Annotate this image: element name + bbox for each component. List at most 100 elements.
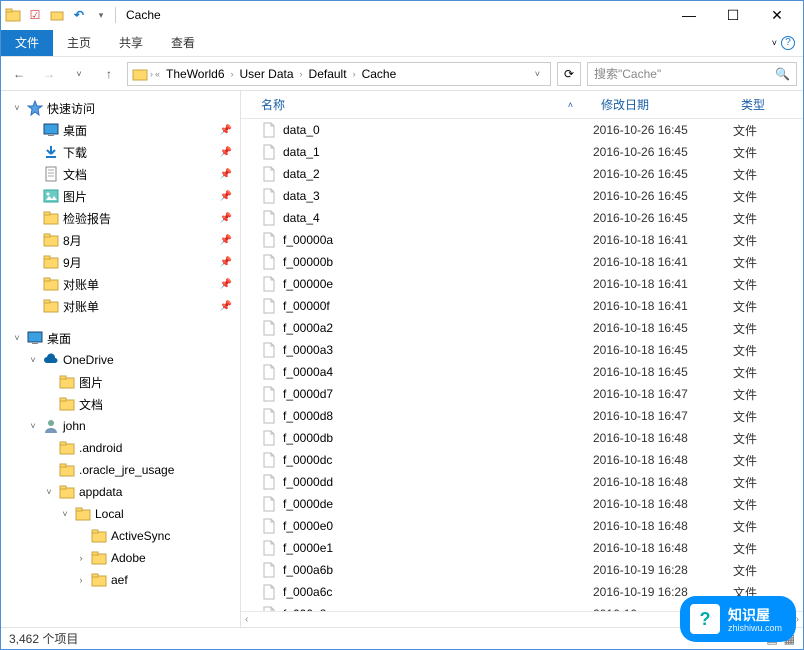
tree-item[interactable]: ActiveSync (1, 525, 240, 547)
tree-item[interactable]: 文档📌 (1, 163, 240, 185)
tab-share[interactable]: 共享 (105, 30, 157, 56)
up-button[interactable]: ↑ (97, 62, 121, 86)
properties-icon[interactable]: ☑ (27, 7, 43, 23)
crumb[interactable]: User Data (236, 67, 298, 81)
minimize-button[interactable]: — (667, 1, 711, 29)
breadcrumb[interactable]: › « TheWorld6› User Data› Default› Cache… (127, 62, 551, 86)
forward-button[interactable]: → (37, 62, 61, 86)
tree-item[interactable]: 图片 (1, 371, 240, 393)
doc-icon (43, 166, 59, 182)
tree-item[interactable]: ›aef (1, 569, 240, 591)
tree-item-label: john (63, 419, 232, 433)
tree-item[interactable]: ˅Local (1, 503, 240, 525)
file-row[interactable]: f_0000de2016-10-18 16:48文件 (241, 493, 803, 515)
tab-view[interactable]: 查看 (157, 30, 209, 56)
tree-chevron-icon[interactable]: ˅ (27, 421, 39, 431)
file-row[interactable]: data_32016-10-26 16:45文件 (241, 185, 803, 207)
file-row[interactable]: f_00000f2016-10-18 16:41文件 (241, 295, 803, 317)
crumb[interactable]: Cache (358, 67, 401, 81)
address-dropdown-icon[interactable]: ˅ (529, 69, 546, 79)
maximize-button[interactable]: ☐ (711, 1, 755, 29)
file-icon (261, 122, 277, 138)
tree-item[interactable]: 桌面📌 (1, 119, 240, 141)
folder-icon (5, 7, 21, 23)
tree-chevron-icon[interactable]: ˅ (11, 333, 23, 343)
file-row[interactable]: f_0000e12016-10-18 16:48文件 (241, 537, 803, 559)
file-row[interactable]: f_0000d72016-10-18 16:47文件 (241, 383, 803, 405)
tree-item[interactable]: ˅OneDrive (1, 349, 240, 371)
crumb[interactable]: TheWorld6 (162, 67, 228, 81)
file-row[interactable]: data_42016-10-26 16:45文件 (241, 207, 803, 229)
file-date: 2016-10-18 16:48 (593, 475, 733, 489)
recent-button[interactable]: ˅ (67, 62, 91, 86)
tree-item-label: .android (79, 441, 232, 455)
file-row[interactable]: f_0000dd2016-10-18 16:48文件 (241, 471, 803, 493)
file-row[interactable]: f_0000a22016-10-18 16:45文件 (241, 317, 803, 339)
ribbon-help[interactable]: ˅? (764, 36, 803, 50)
tree-item-label: 检验报告 (63, 210, 216, 227)
tree-item[interactable]: 9月📌 (1, 251, 240, 273)
tree-chevron-icon[interactable]: ˅ (11, 103, 23, 113)
folder-icon (43, 210, 59, 226)
tree-item[interactable]: 图片📌 (1, 185, 240, 207)
file-tab[interactable]: 文件 (1, 30, 53, 56)
chevron-overflow-icon[interactable]: « (155, 69, 160, 79)
tree-chevron-icon[interactable]: ˅ (43, 487, 55, 497)
file-icon (261, 364, 277, 380)
file-row[interactable]: f_0000d82016-10-18 16:47文件 (241, 405, 803, 427)
file-date: 2016-10-18 16:48 (593, 541, 733, 555)
chevron-right-icon[interactable]: › (150, 69, 153, 79)
tree-chevron-icon[interactable]: ˅ (27, 355, 39, 365)
tree-item[interactable]: ›Adobe (1, 547, 240, 569)
file-row[interactable]: f_00000e2016-10-18 16:41文件 (241, 273, 803, 295)
file-row[interactable]: f_00000a2016-10-18 16:41文件 (241, 229, 803, 251)
file-name: f_0000e0 (283, 519, 593, 533)
file-row[interactable]: f_0000e02016-10-18 16:48文件 (241, 515, 803, 537)
tree-item[interactable]: 检验报告📌 (1, 207, 240, 229)
tree-item[interactable]: ˅appdata (1, 481, 240, 503)
tree-item-label: 快速访问 (47, 100, 232, 117)
tree-item-label: ActiveSync (111, 529, 232, 543)
tree-item[interactable]: ˅ 快速访问 (1, 97, 240, 119)
sort-arrow-icon: ˄ (568, 100, 573, 110)
tree-item[interactable]: 对账单📌 (1, 273, 240, 295)
tree-item[interactable]: ˅桌面 (1, 327, 240, 349)
back-button[interactable]: ← (7, 62, 31, 86)
undo-icon[interactable]: ↶ (71, 7, 87, 23)
file-row[interactable]: data_22016-10-26 16:45文件 (241, 163, 803, 185)
tree-item[interactable]: 文档 (1, 393, 240, 415)
file-list[interactable]: data_02016-10-26 16:45文件data_12016-10-26… (241, 119, 803, 611)
tree-item[interactable]: 对账单📌 (1, 295, 240, 317)
close-button[interactable]: ✕ (755, 1, 799, 29)
pin-icon: 📌 (220, 257, 232, 268)
file-row[interactable]: f_0000dc2016-10-18 16:48文件 (241, 449, 803, 471)
tab-home[interactable]: 主页 (53, 30, 105, 56)
tree-chevron-icon[interactable]: › (75, 553, 87, 563)
folder-icon (132, 66, 148, 82)
navigation-pane[interactable]: ˅快速访问桌面📌下载📌文档📌图片📌检验报告📌8月📌9月📌对账单📌对账单📌˅桌面˅… (1, 91, 241, 627)
file-row[interactable]: data_02016-10-26 16:45文件 (241, 119, 803, 141)
column-type[interactable]: 类型 (733, 96, 803, 113)
file-row[interactable]: f_00000b2016-10-18 16:41文件 (241, 251, 803, 273)
file-row[interactable]: f_0000db2016-10-18 16:48文件 (241, 427, 803, 449)
watermark-title: 知识屋 (728, 605, 782, 625)
tree-item[interactable]: 8月📌 (1, 229, 240, 251)
column-date[interactable]: 修改日期 (593, 96, 733, 113)
search-icon[interactable]: 🔍 (775, 67, 790, 81)
crumb[interactable]: Default (305, 67, 351, 81)
tree-item[interactable]: 下载📌 (1, 141, 240, 163)
tree-item[interactable]: .android (1, 437, 240, 459)
file-row[interactable]: f_0000a32016-10-18 16:45文件 (241, 339, 803, 361)
tree-item[interactable]: ˅ john (1, 415, 240, 437)
qat-dropdown-icon[interactable]: ▾ (93, 7, 109, 23)
refresh-button[interactable]: ⟳ (557, 62, 581, 86)
file-row[interactable]: data_12016-10-26 16:45文件 (241, 141, 803, 163)
tree-chevron-icon[interactable]: › (75, 575, 87, 585)
file-row[interactable]: f_0000a42016-10-18 16:45文件 (241, 361, 803, 383)
file-row[interactable]: f_000a6b2016-10-19 16:28文件 (241, 559, 803, 581)
tree-chevron-icon[interactable]: ˅ (59, 509, 71, 519)
file-name: f_0000a4 (283, 365, 593, 379)
tree-item[interactable]: .oracle_jre_usage (1, 459, 240, 481)
column-name[interactable]: 名称˄ (241, 96, 593, 113)
search-input[interactable]: 搜索"Cache" 🔍 (587, 62, 797, 86)
